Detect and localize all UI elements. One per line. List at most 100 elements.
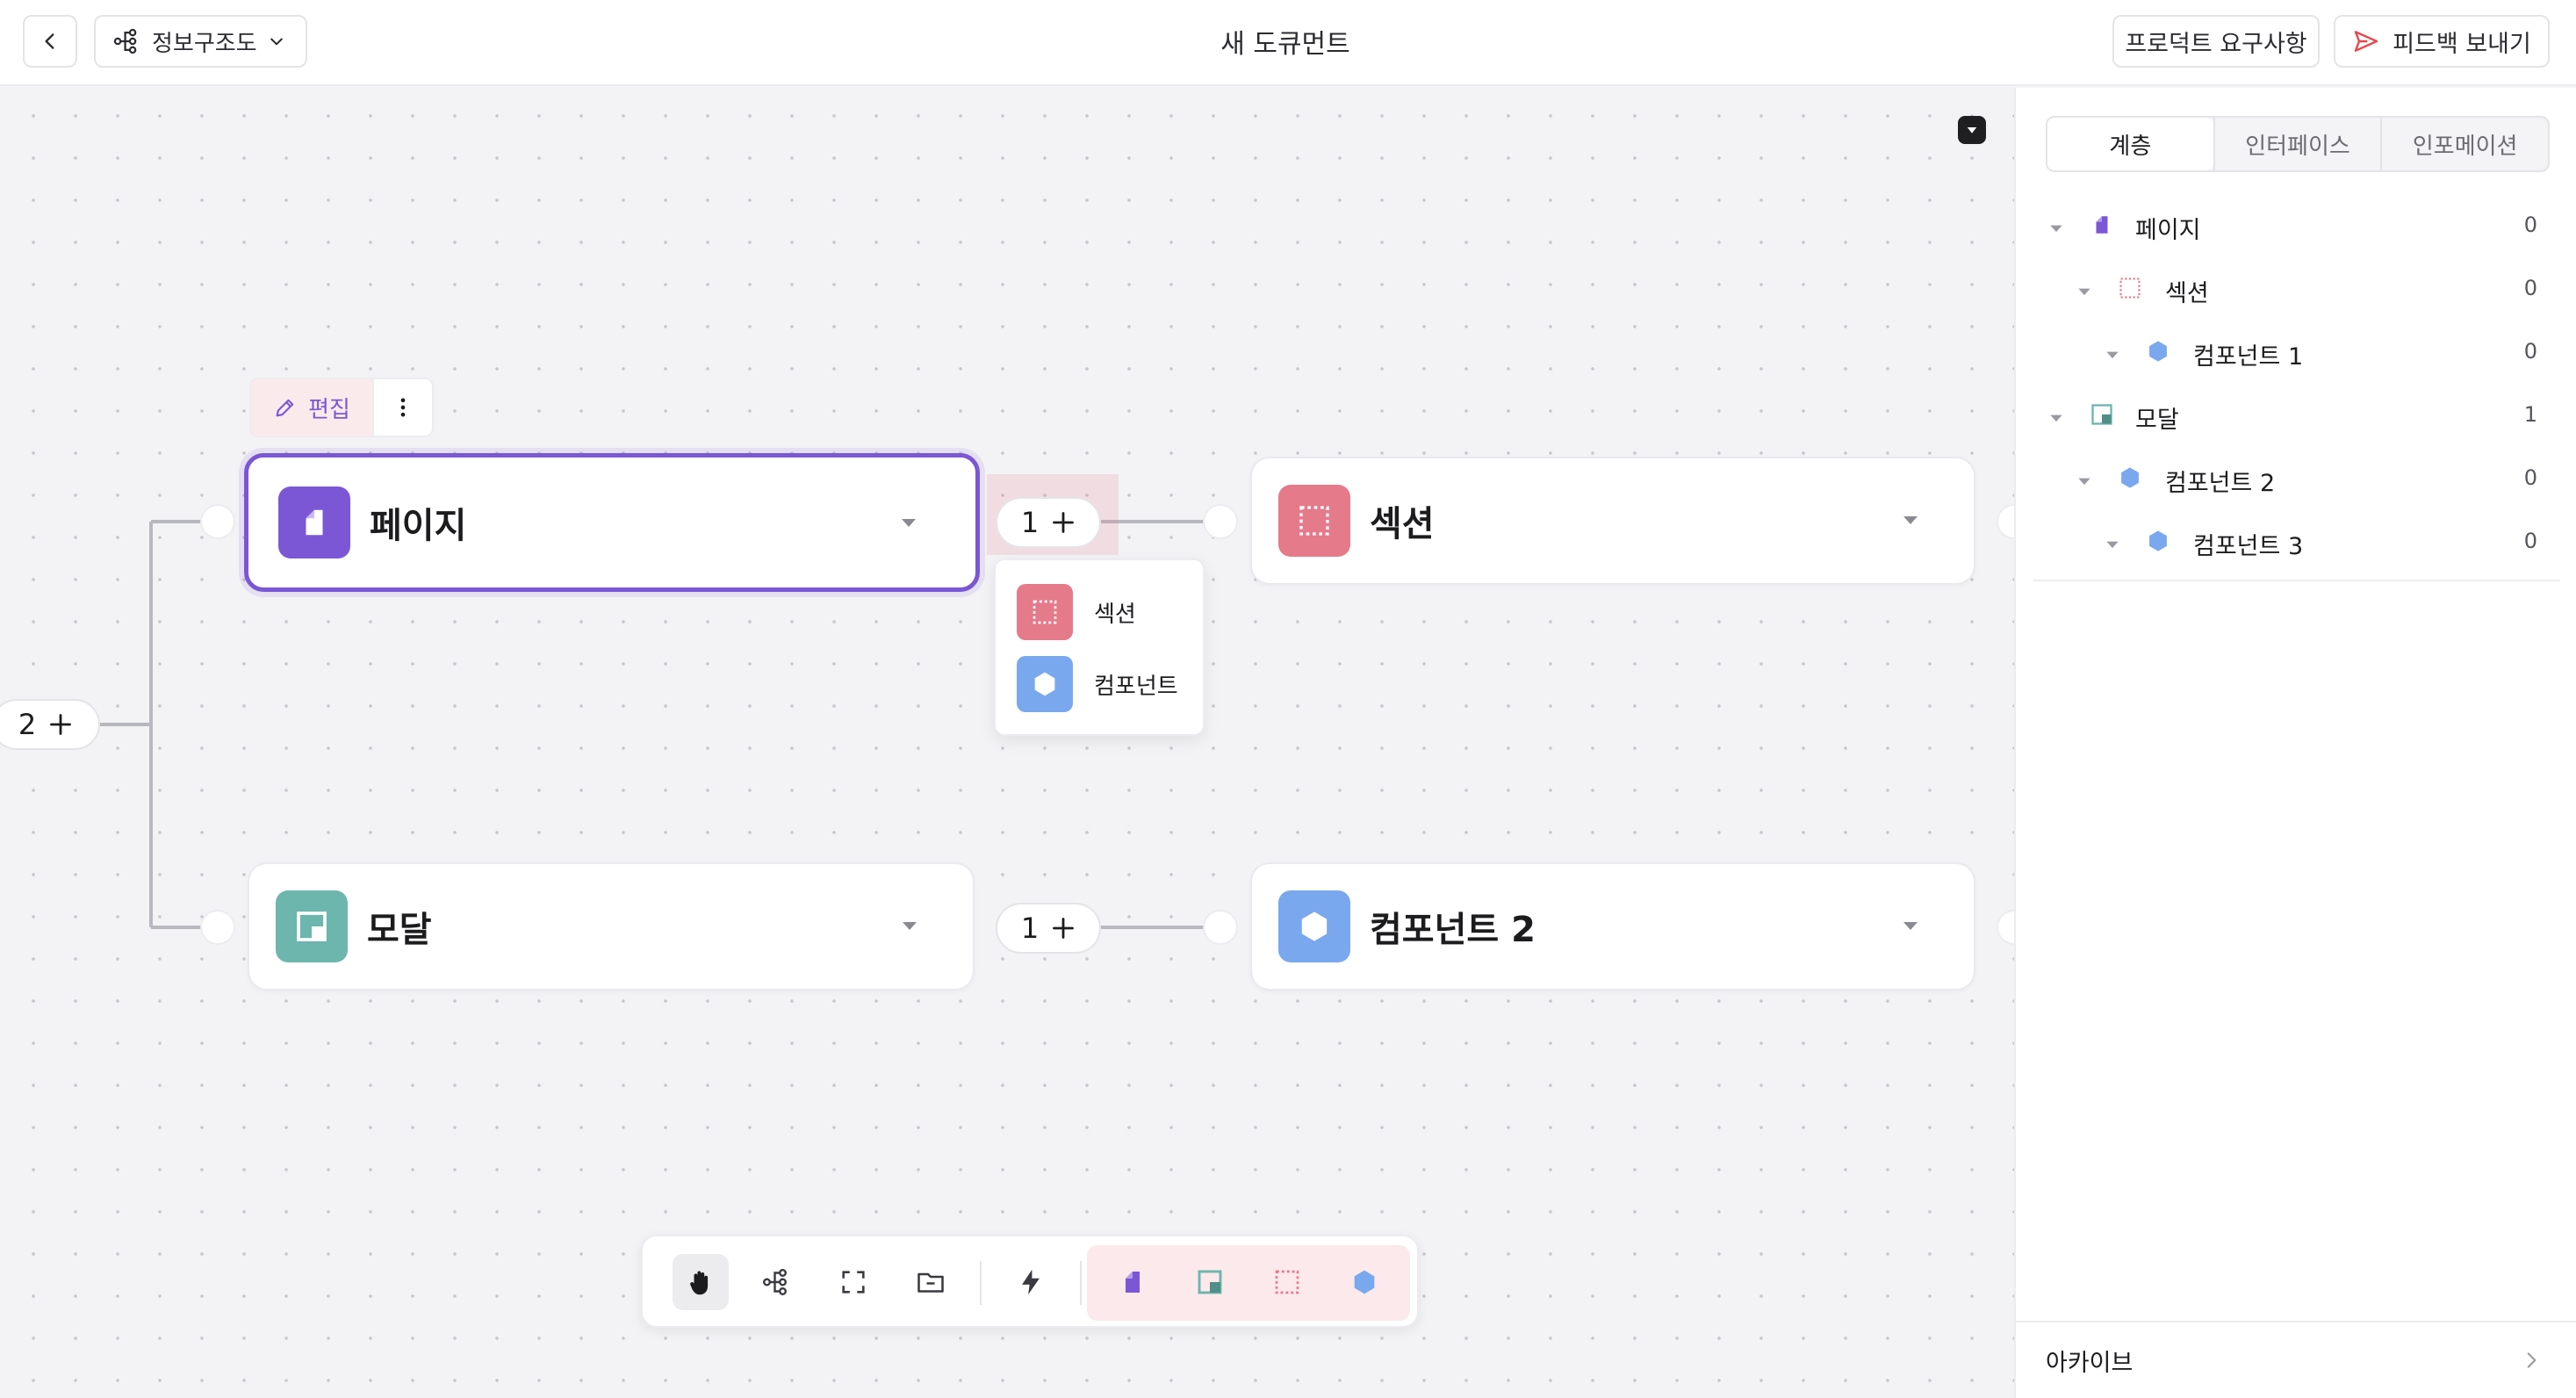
add-modal-tool[interactable] bbox=[1182, 1254, 1238, 1310]
node-input-dot[interactable] bbox=[1203, 504, 1238, 539]
canvas-toolbar bbox=[641, 1235, 1419, 1328]
plus-icon bbox=[50, 714, 72, 735]
add-menu-item-section[interactable]: 섹션 bbox=[996, 576, 1203, 648]
node-page[interactable]: 페이지 bbox=[244, 453, 980, 592]
folder-icon bbox=[917, 1272, 944, 1293]
tree-item-section[interactable]: 섹션 0 bbox=[2016, 256, 2560, 320]
caret-down-icon[interactable] bbox=[899, 915, 920, 936]
tree-item-component-1[interactable]: 컴포넌트 1 0 bbox=[2016, 320, 2560, 383]
product-requirements-button[interactable]: 프로덕트 요구사항 bbox=[2112, 15, 2320, 68]
node-modal[interactable]: 모달 bbox=[248, 862, 975, 991]
section-icon bbox=[1033, 600, 1057, 624]
child-count-pill[interactable]: 1 bbox=[996, 903, 1101, 954]
lightning-icon bbox=[1022, 1269, 1040, 1295]
node-section[interactable]: 섹션 bbox=[1250, 457, 1975, 585]
caret-down-icon[interactable] bbox=[1900, 509, 1921, 530]
section-type-icon bbox=[1017, 584, 1073, 640]
sitemap-icon bbox=[113, 28, 137, 54]
modal-icon bbox=[2090, 402, 2114, 427]
send-feedback-label: 피드백 보내기 bbox=[2393, 30, 2531, 58]
modal-icon bbox=[297, 912, 327, 941]
tree-item-count: 0 bbox=[2523, 465, 2537, 490]
toolbar-divider bbox=[1080, 1261, 1082, 1305]
back-button[interactable] bbox=[23, 15, 77, 68]
more-options-button[interactable] bbox=[372, 379, 432, 436]
caret-down-icon[interactable] bbox=[2076, 283, 2093, 300]
tree-item-component-2[interactable]: 컴포넌트 2 0 bbox=[2016, 446, 2560, 509]
child-count: 1 bbox=[1020, 506, 1040, 539]
tree-item-label: 컴포넌트 3 bbox=[2193, 533, 2304, 560]
caret-down-icon[interactable] bbox=[2047, 220, 2065, 237]
tree-item-label: 섹션 bbox=[2165, 280, 2209, 307]
caret-down-icon[interactable] bbox=[1900, 915, 1921, 936]
add-component-tool[interactable] bbox=[1336, 1254, 1392, 1310]
node-title: 모달 bbox=[367, 910, 432, 950]
tree-layout-button[interactable] bbox=[748, 1254, 804, 1310]
caret-down-icon[interactable] bbox=[2047, 409, 2065, 427]
node-input-dot[interactable] bbox=[1203, 910, 1238, 945]
page-icon bbox=[306, 509, 323, 536]
frame-icon bbox=[842, 1271, 865, 1294]
caret-down-icon[interactable] bbox=[2076, 472, 2093, 490]
add-menu-label: 섹션 bbox=[1094, 601, 1136, 628]
toolbar-divider bbox=[980, 1261, 982, 1305]
tree-item-count: 1 bbox=[2523, 402, 2537, 427]
node-title: 페이지 bbox=[370, 506, 467, 546]
folder-button[interactable] bbox=[903, 1254, 959, 1310]
fit-screen-button[interactable] bbox=[825, 1254, 881, 1310]
top-bar: 정보구조도 새 도큐먼트 프로덕트 요구사항 피드백 보내기 bbox=[0, 0, 2576, 86]
component-icon bbox=[2118, 465, 2142, 490]
caret-down-icon[interactable] bbox=[898, 512, 919, 533]
component-node-icon bbox=[1278, 890, 1350, 962]
hexagon-icon bbox=[1301, 912, 1328, 941]
edit-button[interactable]: 편집 bbox=[251, 379, 372, 436]
chevron-right-icon bbox=[2527, 1352, 2536, 1368]
component-icon bbox=[2146, 339, 2170, 364]
component-type-icon bbox=[1017, 656, 1073, 712]
automation-button[interactable] bbox=[1003, 1254, 1059, 1310]
tab-hierarchy[interactable]: 계층 bbox=[2047, 118, 2213, 170]
plus-icon bbox=[1053, 512, 1075, 533]
document-title[interactable]: 새 도큐먼트 bbox=[1110, 22, 1461, 61]
ia-canvas[interactable]: 2 편집 페이지 1 섹션 섹션 컴포넌트 모달 1 컴포넌트 2 bbox=[0, 88, 2014, 1398]
add-section-tool[interactable] bbox=[1259, 1254, 1315, 1310]
root-count: 2 bbox=[18, 708, 37, 741]
archive-row[interactable]: 아카이브 bbox=[2016, 1321, 2576, 1398]
tree-item-component-3[interactable]: 컴포넌트 3 0 bbox=[2016, 509, 2560, 573]
component-icon bbox=[1354, 1270, 1375, 1294]
tree-item-label: 컴포넌트 2 bbox=[2165, 470, 2276, 497]
hand-tool-button[interactable] bbox=[673, 1254, 729, 1310]
add-menu-label: 컴포넌트 bbox=[1094, 673, 1178, 700]
page-icon bbox=[2090, 213, 2114, 237]
connector-lines bbox=[98, 520, 1205, 929]
send-feedback-button[interactable]: 피드백 보내기 bbox=[2334, 15, 2550, 68]
node-action-bar: 편집 bbox=[249, 378, 434, 437]
view-mode-dropdown[interactable]: 정보구조도 bbox=[94, 15, 307, 68]
tree-divider bbox=[2033, 580, 2560, 581]
hierarchy-panel: 계층 인터페이스 인포메이션 페이지 0 섹션 0 컴포넌트 1 0 모달 1 … bbox=[2014, 88, 2576, 1398]
node-component-2[interactable]: 컴포넌트 2 bbox=[1250, 862, 1975, 991]
tree-item-page[interactable]: 페이지 0 bbox=[2016, 193, 2560, 256]
node-input-dot[interactable] bbox=[200, 910, 235, 945]
hierarchy-tree: 페이지 0 섹션 0 컴포넌트 1 0 모달 1 컴포넌트 2 0 컴포넌트 3… bbox=[2016, 193, 2560, 573]
child-count-pill[interactable]: 1 bbox=[996, 497, 1101, 548]
caret-down-icon[interactable] bbox=[2104, 536, 2121, 553]
tree-item-label: 컴포넌트 1 bbox=[2193, 343, 2304, 371]
section-icon bbox=[2118, 276, 2142, 300]
root-children-count-pill[interactable]: 2 bbox=[0, 699, 100, 750]
tree-item-count: 0 bbox=[2523, 339, 2537, 364]
tree-item-count: 0 bbox=[2523, 276, 2537, 300]
tree-item-modal[interactable]: 모달 1 bbox=[2016, 383, 2560, 446]
tab-information[interactable]: 인포메이션 bbox=[2380, 118, 2548, 170]
hand-icon bbox=[690, 1271, 709, 1295]
tab-interface[interactable]: 인터페이스 bbox=[2213, 118, 2381, 170]
node-input-dot[interactable] bbox=[200, 504, 235, 539]
add-menu-item-component[interactable]: 컴포넌트 bbox=[996, 648, 1203, 720]
caret-down-icon[interactable] bbox=[2104, 346, 2121, 364]
tree-icon bbox=[762, 1268, 788, 1295]
section-icon bbox=[1299, 506, 1329, 536]
tree-item-label: 모달 bbox=[2135, 407, 2179, 434]
view-mode-label: 정보구조도 bbox=[152, 30, 257, 57]
section-icon bbox=[1275, 1270, 1299, 1294]
add-page-tool[interactable] bbox=[1105, 1254, 1161, 1310]
